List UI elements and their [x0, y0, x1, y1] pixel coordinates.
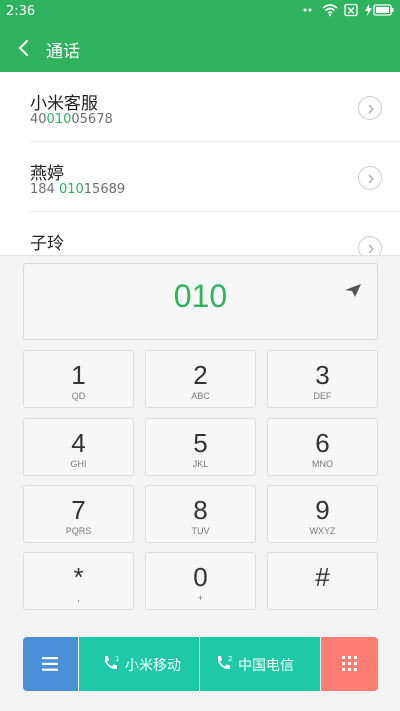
key-2[interactable]: 2 ABC: [145, 350, 256, 408]
app-bar: 通话: [0, 24, 400, 72]
svg-text:1: 1: [115, 655, 119, 663]
sim2-label: 中国电信: [238, 658, 294, 674]
phone-sim2-icon: 2: [218, 655, 232, 670]
battery-charging-icon: [364, 3, 394, 17]
contact-number: 4001005678: [30, 112, 113, 127]
key-9[interactable]: 9 WXYZ: [267, 485, 378, 543]
contact-number: 184 01015689: [30, 182, 126, 197]
contact-name: 燕婷: [30, 164, 64, 184]
send-arrow-icon[interactable]: [343, 280, 363, 300]
call-sim1-button[interactable]: 1 小米移动: [79, 637, 199, 691]
contact-list: 小米客服 4001005678 燕婷 184 01015689 子玲: [0, 72, 400, 255]
contact-detail-button[interactable]: [358, 96, 382, 120]
dots-icon: [302, 3, 316, 17]
contact-row[interactable]: 燕婷 184 01015689: [0, 142, 400, 212]
key-5[interactable]: 5 JKL: [145, 418, 256, 476]
status-icons: [302, 3, 394, 17]
dial-panel: 010 1 QD 2 ABC 3 DEF 4 GHI 5 JKL 6 MNO 7 PQRS 8…: [0, 255, 400, 711]
menu-button[interactable]: [23, 637, 78, 691]
contact-name: 子玲: [30, 234, 64, 254]
chevron-right-icon: [368, 174, 374, 184]
key-1[interactable]: 1 QD: [23, 350, 134, 408]
contact-detail-button[interactable]: [358, 166, 382, 190]
status-time: 2:36: [6, 4, 36, 19]
status-bar: 2:36: [0, 0, 400, 24]
phone-sim1-icon: 1: [105, 655, 119, 670]
key-star[interactable]: *,: [23, 552, 134, 610]
key-hash[interactable]: #: [267, 552, 378, 610]
contact-name: 小米客服: [30, 94, 98, 114]
menu-icon: [42, 657, 58, 671]
key-4[interactable]: 4 GHI: [23, 418, 134, 476]
key-0[interactable]: 0 +: [145, 552, 256, 610]
sim1-label: 小米移动: [125, 658, 181, 674]
key-3[interactable]: 3 DEF: [267, 350, 378, 408]
contact-row[interactable]: 子玲: [0, 212, 400, 255]
call-sim2-button[interactable]: 2 中国电信: [200, 637, 320, 691]
chevron-right-icon: [368, 244, 374, 254]
chevron-left-icon[interactable]: [14, 37, 34, 59]
key-6[interactable]: 6 MNO: [267, 418, 378, 476]
key-8[interactable]: 8 TUV: [145, 485, 256, 543]
key-7[interactable]: 7 PQRS: [23, 485, 134, 543]
grid-icon: [342, 656, 357, 671]
call-action-bar: 1 小米移动 2 中国电信: [23, 637, 378, 691]
chevron-right-icon: [368, 104, 374, 114]
no-sim-icon: [344, 3, 358, 17]
keypad-toggle-button[interactable]: [321, 637, 378, 691]
wifi-icon: [322, 3, 338, 17]
number-display[interactable]: 010: [23, 263, 378, 340]
dialed-number: 010: [173, 278, 228, 314]
page-title: 通话: [46, 42, 80, 62]
svg-text:2: 2: [228, 655, 232, 663]
contact-row[interactable]: 小米客服 4001005678: [0, 72, 400, 142]
contact-detail-button[interactable]: [358, 236, 382, 255]
